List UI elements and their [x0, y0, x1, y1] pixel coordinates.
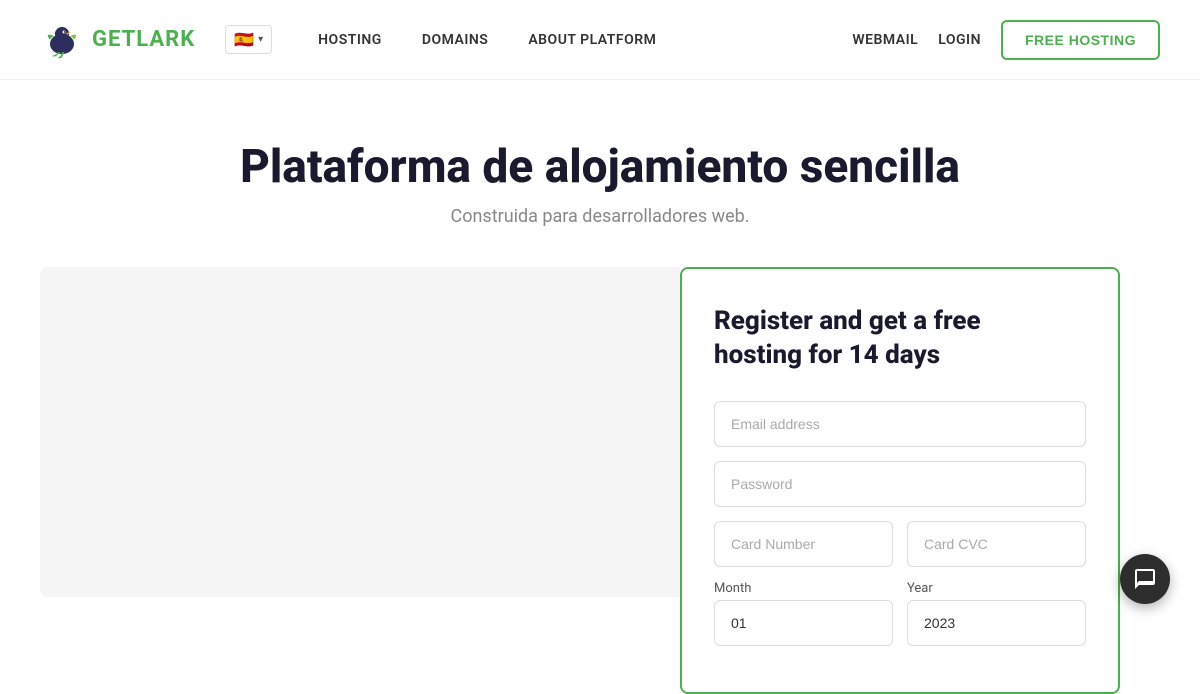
logo-bird-icon — [40, 18, 84, 62]
year-label: Year — [907, 581, 1086, 596]
card-cvc-input[interactable] — [907, 521, 1086, 567]
password-group — [714, 461, 1086, 507]
flag-icon: 🇪🇸 — [234, 30, 254, 49]
card-row — [714, 521, 1086, 567]
nav-login[interactable]: LOGIN — [938, 32, 981, 48]
password-input[interactable] — [714, 461, 1086, 507]
chat-icon — [1133, 567, 1157, 591]
free-hosting-button[interactable]: FREE HOSTING — [1001, 20, 1160, 60]
logo[interactable]: GETLARK — [40, 18, 195, 62]
month-label: Month — [714, 581, 893, 596]
month-group: Month — [714, 581, 893, 646]
hero-title: Plataforma de alojamiento sencilla — [20, 140, 1180, 194]
chevron-down-icon: ▾ — [258, 34, 263, 45]
nav-right: WEBMAIL LOGIN FREE HOSTING — [852, 20, 1160, 60]
left-panel — [40, 267, 680, 597]
navbar: GETLARK 🇪🇸 ▾ HOSTING DOMAINS ABOUT PLATF… — [0, 0, 1200, 80]
nav-webmail[interactable]: WEBMAIL — [852, 32, 918, 48]
register-title: Register and get a free hosting for 14 d… — [714, 305, 1086, 373]
email-group — [714, 401, 1086, 447]
hero-section: Plataforma de alojamiento sencilla Const… — [0, 80, 1200, 267]
year-input[interactable] — [907, 600, 1086, 646]
nav-hosting[interactable]: HOSTING — [302, 24, 398, 56]
hero-subtitle: Construida para desarrolladores web. — [20, 206, 1180, 227]
year-group: Year — [907, 581, 1086, 646]
nav-links: HOSTING DOMAINS ABOUT PLATFORM — [302, 24, 852, 56]
language-selector[interactable]: 🇪🇸 ▾ — [225, 25, 272, 54]
card-number-input[interactable] — [714, 521, 893, 567]
nav-domains[interactable]: DOMAINS — [406, 24, 504, 56]
month-input[interactable] — [714, 600, 893, 646]
date-row: Month Year — [714, 581, 1086, 660]
main-content: Register and get a free hosting for 14 d… — [0, 267, 1200, 694]
register-panel: Register and get a free hosting for 14 d… — [680, 267, 1120, 694]
email-input[interactable] — [714, 401, 1086, 447]
chat-bubble[interactable] — [1120, 554, 1170, 604]
nav-about-platform[interactable]: ABOUT PLATFORM — [512, 24, 672, 56]
logo-text: GETLARK — [92, 27, 195, 52]
